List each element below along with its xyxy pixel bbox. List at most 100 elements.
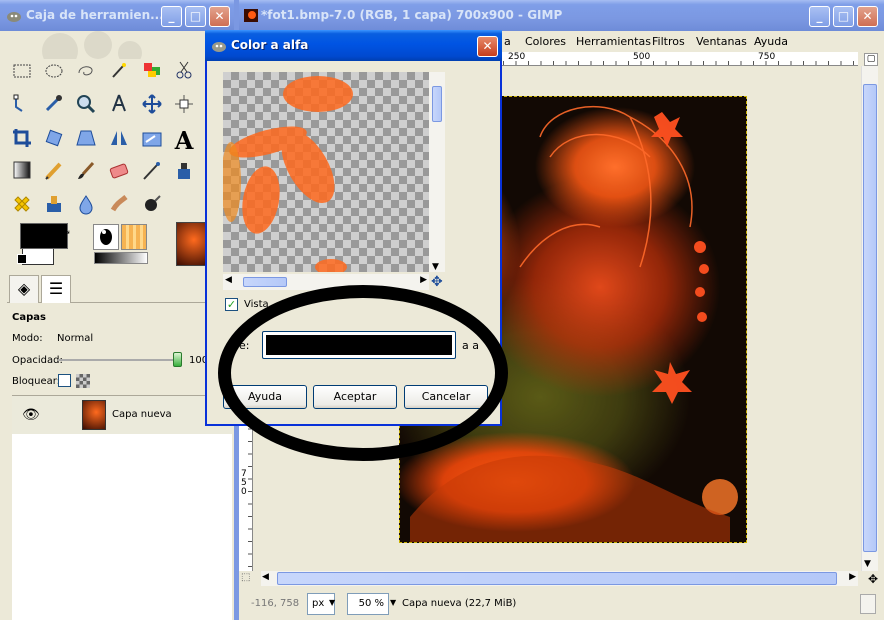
zoom-select[interactable]: 50 %	[347, 593, 389, 615]
ink-tool[interactable]	[170, 160, 198, 188]
free-select-tool[interactable]	[72, 60, 100, 88]
minimize-button[interactable]: _	[809, 6, 830, 27]
opacity-slider[interactable]	[58, 359, 178, 361]
measure-tool[interactable]	[105, 93, 133, 121]
lock-label: Bloquear:	[12, 376, 61, 387]
gimp-icon	[7, 12, 21, 22]
maximize-button[interactable]: □	[185, 6, 206, 27]
blur-tool[interactable]	[72, 193, 100, 221]
from-color-label: de:	[232, 339, 250, 352]
active-image-thumbnail[interactable]	[176, 222, 206, 266]
crop-tool[interactable]	[8, 127, 36, 155]
layers-tab-icon[interactable]: ◈	[9, 275, 39, 303]
unit-value: px	[312, 598, 325, 609]
color-picker-tool[interactable]	[40, 93, 68, 121]
fuzzy-select-tool[interactable]	[105, 60, 133, 88]
color-button[interactable]	[262, 331, 456, 359]
status-bar: -116, 758 px ▼ 50 % ▼ Capa nueva (22,7 M…	[239, 590, 884, 620]
airbrush-tool[interactable]	[138, 160, 166, 188]
clone-tool[interactable]	[40, 193, 68, 221]
paths-tool[interactable]	[8, 93, 36, 121]
menu-ventanas[interactable]: Ventanas	[696, 35, 747, 48]
preview-vertical-scrollbar[interactable]: ▼	[429, 72, 445, 272]
paintbrush-tool[interactable]	[72, 160, 100, 188]
scroll-right-icon[interactable]: ▶	[420, 275, 427, 285]
swap-colors-icon[interactable]: ⤡	[60, 222, 70, 237]
preview-hscroll-thumb[interactable]	[243, 277, 287, 287]
rect-select-tool[interactable]	[8, 60, 36, 88]
move-tool[interactable]	[138, 93, 166, 121]
menu-colores[interactable]: Colores	[525, 35, 566, 48]
vertical-scrollbar[interactable]: ▼	[861, 66, 878, 571]
pattern-preview-icon[interactable]	[121, 224, 147, 250]
menu-item[interactable]: a	[504, 35, 511, 48]
blend-tool[interactable]	[8, 160, 36, 188]
navigation-move-icon[interactable]: ✥	[431, 274, 443, 290]
lock-alpha-icon[interactable]	[76, 374, 90, 388]
scroll-left-icon[interactable]: ◀	[262, 572, 269, 582]
scissors-tool[interactable]	[170, 60, 198, 88]
heal-tool[interactable]	[8, 193, 36, 221]
ellipse-select-tool[interactable]	[40, 60, 68, 88]
horizontal-scrollbar[interactable]: ◀ ▶	[261, 571, 858, 586]
eye-icon[interactable]: 👁	[22, 407, 40, 423]
magnify-tool[interactable]	[72, 93, 100, 121]
opacity-slider-handle[interactable]	[173, 352, 182, 367]
navigation-move-icon[interactable]: ✥	[868, 572, 878, 586]
horizontal-scrollbar-thumb[interactable]	[277, 572, 837, 585]
perspective-tool[interactable]	[72, 127, 100, 155]
mode-select[interactable]: Normal	[57, 333, 93, 344]
eraser-tool[interactable]	[105, 160, 133, 188]
preview-area[interactable]	[223, 72, 429, 272]
align-tool[interactable]	[170, 93, 198, 121]
chevron-down-icon[interactable]: ▼	[390, 598, 396, 607]
rotate-tool[interactable]	[40, 127, 68, 155]
image-titlebar[interactable]: *fot1.bmp-7.0 (RGB, 1 capa) 700x900 - GI…	[239, 0, 884, 31]
scroll-down-icon[interactable]: ▼	[432, 262, 439, 272]
toolbox-title: Caja de herramien...	[26, 8, 164, 22]
gradient-preview[interactable]	[94, 252, 148, 264]
wilber-decoration	[42, 31, 142, 59]
preview-horizontal-scrollbar[interactable]: ◀ ▶	[223, 274, 429, 290]
menu-ayuda[interactable]: Ayuda	[754, 35, 788, 48]
scroll-down-icon[interactable]: ▼	[864, 559, 871, 569]
close-button[interactable]: ✕	[477, 36, 498, 57]
default-colors-icon[interactable]	[17, 254, 27, 264]
layer-name[interactable]: Capa nueva	[112, 409, 172, 420]
pencil-tool[interactable]	[40, 160, 68, 188]
menu-herramientas[interactable]: Herramientas	[576, 35, 651, 48]
dialog-titlebar[interactable]: Color a alfa ✕	[205, 30, 502, 61]
brush-preview-icon[interactable]	[93, 224, 119, 250]
text-tool[interactable]: A	[170, 127, 198, 155]
list-item[interactable]: 👁 Capa nueva	[12, 396, 232, 434]
channels-tab-icon[interactable]: ☰	[41, 275, 71, 303]
ruler-tick-label: 7 5 0	[241, 469, 247, 497]
menu-filtros[interactable]: Filtros	[652, 35, 685, 48]
ok-button[interactable]: Aceptar	[313, 385, 397, 409]
cancel-operation-icon[interactable]	[860, 594, 876, 614]
scale-tool[interactable]	[138, 127, 166, 155]
vertical-scrollbar-thumb[interactable]	[863, 84, 877, 552]
chevron-down-icon[interactable]: ▼	[329, 598, 335, 607]
dialog-title: Color a alfa	[231, 38, 309, 52]
smudge-tool[interactable]	[105, 193, 133, 221]
quick-mask-icon[interactable]: ▢	[864, 53, 878, 66]
dodge-burn-tool[interactable]	[138, 193, 166, 221]
color-select-tool[interactable]	[138, 60, 166, 88]
help-button[interactable]: Ayuda	[223, 385, 307, 409]
lock-pixels-checkbox[interactable]	[58, 374, 71, 387]
toolbox-titlebar[interactable]: Caja de herramien... _ □ ✕	[0, 0, 234, 31]
minimize-button[interactable]: _	[161, 6, 182, 27]
cancel-button[interactable]: Cancelar	[404, 385, 488, 409]
scroll-left-icon[interactable]: ◀	[225, 275, 232, 285]
close-button[interactable]: ✕	[209, 6, 230, 27]
navigate-icon[interactable]: ⬚	[241, 572, 250, 583]
flip-tool[interactable]	[105, 127, 133, 155]
preview-checkbox[interactable]: ✓	[225, 298, 238, 311]
image-icon	[244, 9, 258, 22]
scroll-right-icon[interactable]: ▶	[849, 572, 856, 582]
image-title: *fot1.bmp-7.0 (RGB, 1 capa) 700x900 - GI…	[261, 8, 563, 22]
preview-scroll-thumb[interactable]	[432, 86, 442, 122]
maximize-button[interactable]: □	[833, 6, 854, 27]
close-button[interactable]: ✕	[857, 6, 878, 27]
